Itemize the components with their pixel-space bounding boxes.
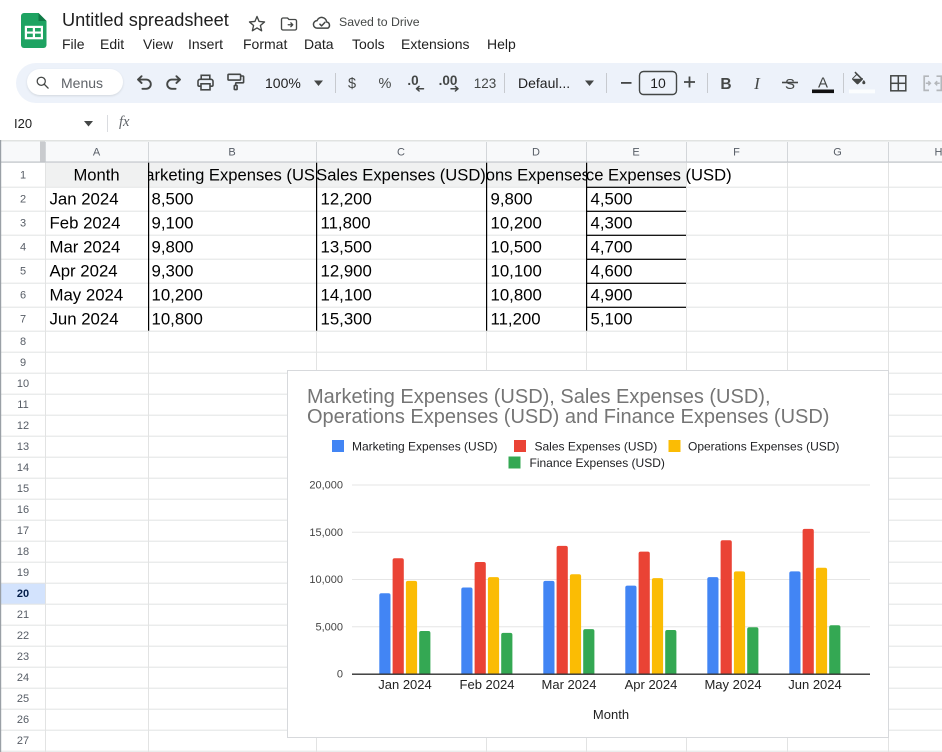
- svg-text:18: 18: [17, 546, 29, 558]
- svg-text:D: D: [532, 147, 540, 159]
- svg-text:.0: .0: [407, 73, 418, 88]
- svg-text:5,000: 5,000: [315, 621, 343, 633]
- svg-text:11,800: 11,800: [321, 214, 371, 233]
- svg-text:Apr 2024: Apr 2024: [50, 262, 118, 281]
- svg-text:14,100: 14,100: [321, 286, 372, 305]
- svg-text:$: $: [348, 76, 356, 92]
- svg-text:27: 27: [17, 735, 29, 747]
- svg-text:Marketing Expenses (USD): Marketing Expenses (USD): [352, 440, 497, 454]
- svg-text:1: 1: [20, 170, 26, 182]
- svg-text:7: 7: [20, 314, 26, 326]
- svg-text:9,800: 9,800: [152, 238, 194, 257]
- svg-text:9: 9: [20, 357, 26, 369]
- svg-text:13,500: 13,500: [321, 238, 372, 257]
- svg-text:Jun 2024: Jun 2024: [788, 677, 842, 692]
- svg-text:Sales Expenses (USD): Sales Expenses (USD): [535, 440, 658, 454]
- svg-text:9,100: 9,100: [152, 214, 194, 233]
- svg-text:Finance Expenses (USD): Finance Expenses (USD): [530, 456, 665, 470]
- svg-text:10,800: 10,800: [491, 286, 542, 305]
- svg-text:Marketing Expenses (USD): Marketing Expenses (USD): [131, 166, 332, 185]
- svg-text:13: 13: [17, 441, 29, 453]
- svg-text:10,200: 10,200: [491, 214, 542, 233]
- svg-text:H: H: [935, 147, 942, 159]
- svg-text:S: S: [785, 76, 795, 93]
- svg-text:9,800: 9,800: [491, 190, 533, 209]
- svg-text:20,000: 20,000: [309, 480, 343, 492]
- svg-text:%: %: [379, 76, 392, 92]
- svg-text:Mar 2024: Mar 2024: [50, 238, 121, 257]
- svg-text:4,700: 4,700: [591, 238, 633, 257]
- svg-text:12,900: 12,900: [321, 262, 372, 281]
- svg-text:A: A: [93, 147, 101, 159]
- svg-text:11: 11: [17, 399, 28, 411]
- svg-text:26: 26: [17, 714, 29, 726]
- svg-text:20: 20: [17, 588, 29, 600]
- svg-text:.00: .00: [439, 73, 458, 88]
- svg-text:Feb 2024: Feb 2024: [50, 214, 121, 233]
- svg-text:21: 21: [17, 609, 29, 621]
- svg-text:4,300: 4,300: [591, 214, 633, 233]
- svg-text:Jan 2024: Jan 2024: [378, 677, 432, 692]
- svg-text:Marketing Expenses (USD), Sale: Marketing Expenses (USD), Sales Expenses…: [307, 386, 771, 408]
- svg-text:Month: Month: [593, 707, 629, 722]
- svg-text:May 2024: May 2024: [704, 677, 761, 692]
- svg-text:4,500: 4,500: [591, 190, 633, 209]
- svg-text:Month: Month: [73, 166, 119, 185]
- svg-text:25: 25: [17, 693, 29, 705]
- svg-text:11,200: 11,200: [491, 310, 541, 329]
- svg-text:15,300: 15,300: [321, 310, 372, 329]
- svg-text:A: A: [818, 75, 828, 92]
- svg-text:Mar 2024: Mar 2024: [542, 677, 597, 692]
- svg-text:3: 3: [20, 218, 26, 230]
- svg-text:2: 2: [20, 194, 26, 206]
- svg-text:Operations Expenses (USD) and: Operations Expenses (USD) and Finance Ex…: [307, 406, 829, 428]
- svg-text:6: 6: [20, 290, 26, 302]
- svg-text:10,200: 10,200: [152, 286, 203, 305]
- svg-text:24: 24: [17, 672, 29, 684]
- svg-text:12,200: 12,200: [321, 190, 372, 209]
- svg-text:14: 14: [17, 462, 29, 474]
- svg-text:G: G: [833, 147, 842, 159]
- svg-text:100%: 100%: [265, 75, 301, 91]
- svg-text:10,800: 10,800: [152, 310, 203, 329]
- svg-text:4: 4: [20, 242, 26, 254]
- svg-text:F: F: [733, 147, 740, 159]
- svg-text:15: 15: [17, 483, 29, 495]
- svg-text:C: C: [397, 147, 405, 159]
- svg-text:May 2024: May 2024: [50, 286, 124, 305]
- svg-text:E: E: [632, 147, 639, 159]
- svg-text:0: 0: [337, 669, 343, 681]
- svg-text:4,600: 4,600: [591, 262, 633, 281]
- svg-text:19: 19: [17, 567, 29, 579]
- svg-text:10: 10: [17, 378, 29, 390]
- svg-text:Feb 2024: Feb 2024: [460, 677, 515, 692]
- svg-text:9,300: 9,300: [152, 262, 194, 281]
- svg-text:17: 17: [17, 525, 29, 537]
- svg-text:10,000: 10,000: [309, 574, 343, 586]
- svg-text:5: 5: [20, 266, 26, 278]
- svg-text:I: I: [753, 74, 761, 93]
- svg-text:10,500: 10,500: [491, 238, 542, 257]
- svg-text:8: 8: [20, 336, 26, 348]
- svg-text:10: 10: [650, 75, 666, 91]
- svg-text:22: 22: [17, 630, 29, 642]
- svg-text:B: B: [720, 76, 731, 93]
- svg-text:Jun 2024: Jun 2024: [50, 310, 119, 329]
- svg-text:Apr 2024: Apr 2024: [625, 677, 678, 692]
- svg-text:23: 23: [17, 651, 29, 663]
- svg-text:Defaul...: Defaul...: [518, 75, 570, 91]
- svg-text:4,900: 4,900: [591, 286, 633, 305]
- svg-text:Operations Expenses (USD): Operations Expenses (USD): [688, 440, 839, 454]
- svg-text:Sales Expenses (USD): Sales Expenses (USD): [316, 166, 486, 185]
- svg-text:B: B: [228, 147, 235, 159]
- svg-text:12: 12: [17, 420, 29, 432]
- svg-text:5,100: 5,100: [591, 310, 633, 329]
- svg-text:15,000: 15,000: [309, 527, 343, 539]
- svg-text:16: 16: [17, 504, 29, 516]
- svg-text:8,500: 8,500: [152, 190, 194, 209]
- svg-text:10,100: 10,100: [491, 262, 542, 281]
- svg-text:Jan 2024: Jan 2024: [50, 190, 119, 209]
- svg-text:123: 123: [474, 76, 497, 91]
